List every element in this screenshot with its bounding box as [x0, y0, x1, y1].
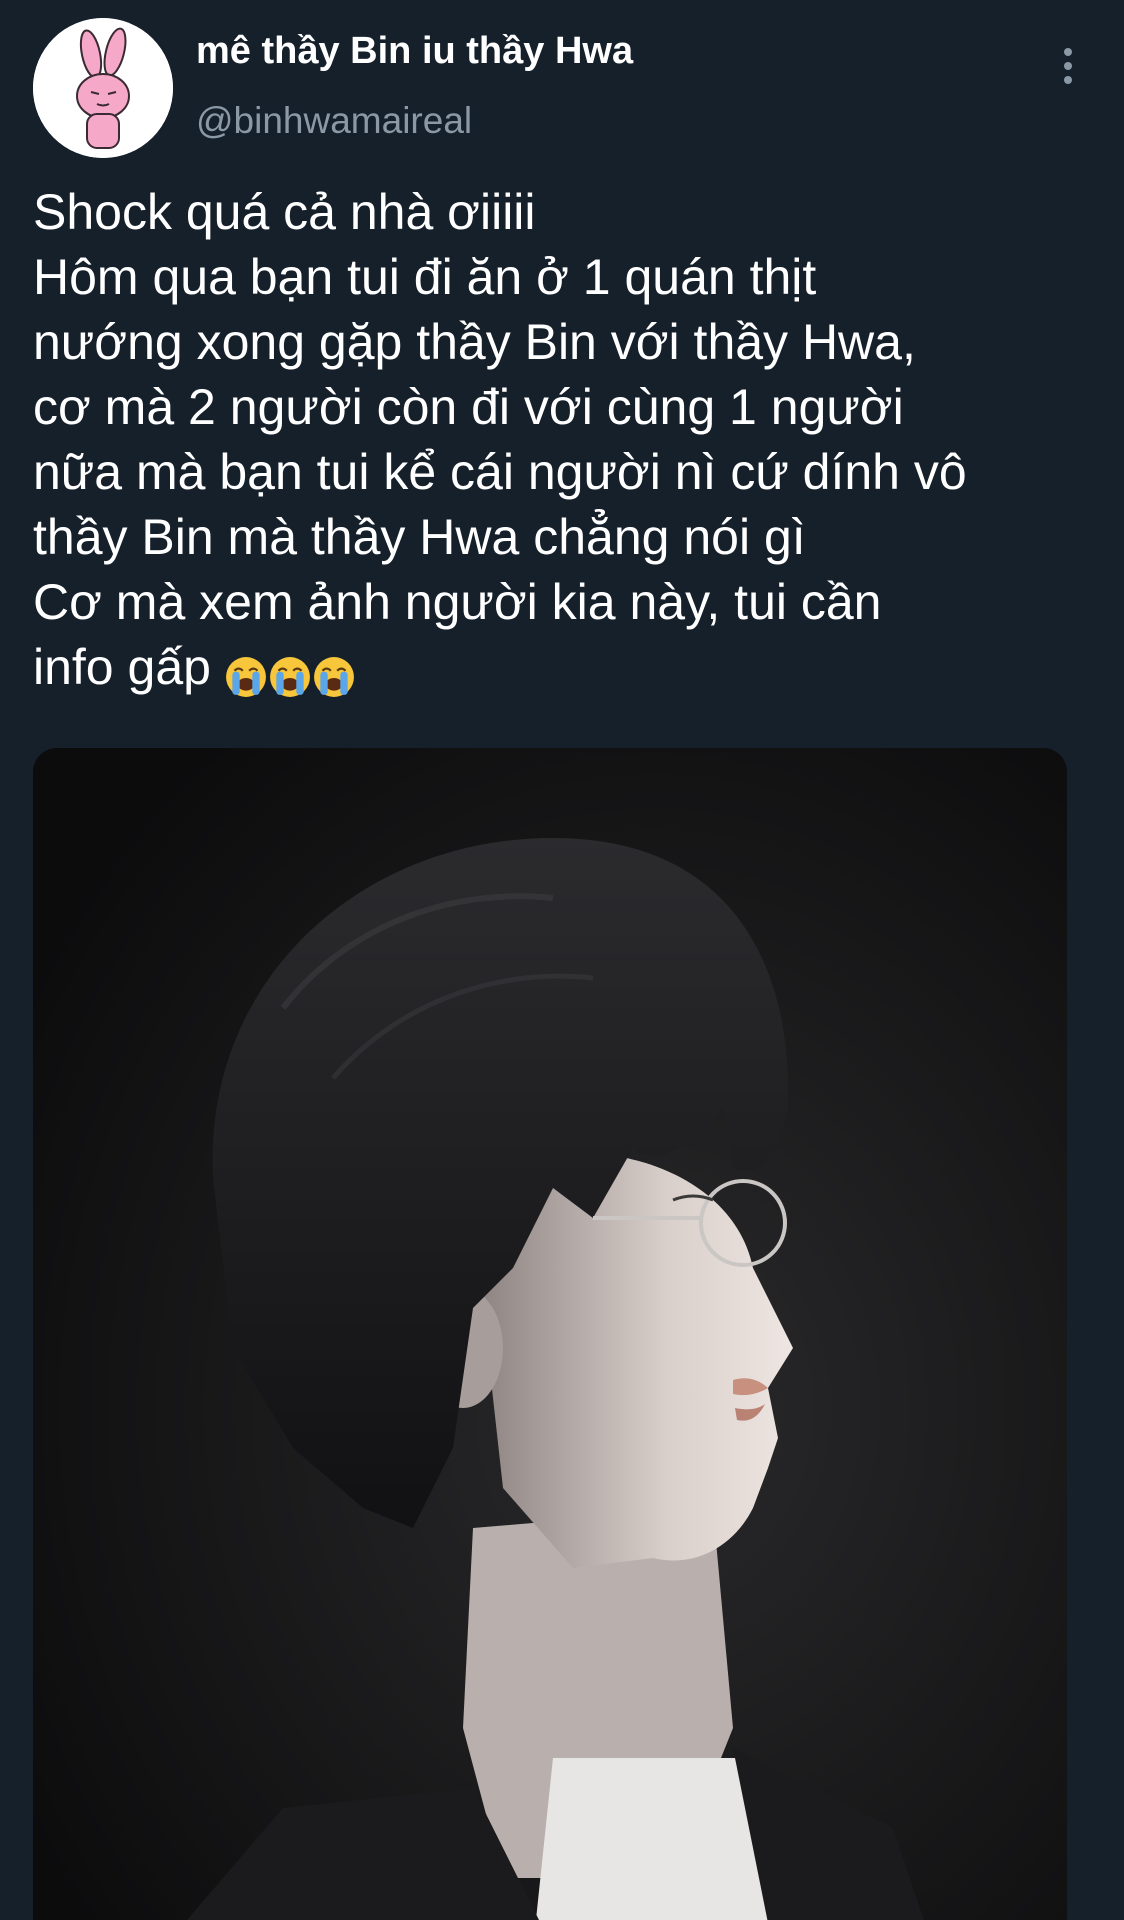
tweet-line-last: info gấp: [33, 635, 1113, 706]
tweet-line: cơ mà 2 người còn đi với cùng 1 người: [33, 379, 904, 435]
tweet-text: Shock quá cả nhà ơiiiii Hôm qua bạn tui …: [33, 180, 1113, 706]
tweet-line: Cơ mà xem ảnh người kia này, tui cần: [33, 574, 882, 630]
tweet: mê thầy Bin iu thầy Hwa @binhwamaireal S…: [0, 0, 1124, 1920]
avatar[interactable]: [33, 18, 173, 158]
loudly-crying-face-emoji: [269, 656, 310, 697]
display-name[interactable]: mê thầy Bin iu thầy Hwa: [196, 30, 633, 73]
profile-portrait-photo: [33, 748, 1067, 1920]
tweet-line: Shock quá cả nhà ơiiiii: [33, 184, 536, 240]
tweet-line: info gấp: [33, 639, 211, 695]
tweet-line: Hôm qua bạn tui đi ăn ở 1 quán thịt: [33, 249, 817, 305]
emoji-row: [225, 641, 357, 706]
more-vertical-icon[interactable]: [1056, 46, 1080, 86]
tweet-line: thầy Bin mà thầy Hwa chẳng nói gì: [33, 509, 806, 565]
tweet-line: nướng xong gặp thầy Bin với thầy Hwa,: [33, 314, 916, 370]
pink-bunny-avatar-icon: [33, 18, 173, 158]
loudly-crying-face-emoji: [225, 656, 266, 697]
user-handle[interactable]: @binhwamaireal: [196, 100, 472, 142]
tweet-photo[interactable]: [33, 748, 1067, 1920]
loudly-crying-face-emoji: [313, 656, 354, 697]
tweet-line: nữa mà bạn tui kể cái người nì cứ dính v…: [33, 444, 967, 500]
